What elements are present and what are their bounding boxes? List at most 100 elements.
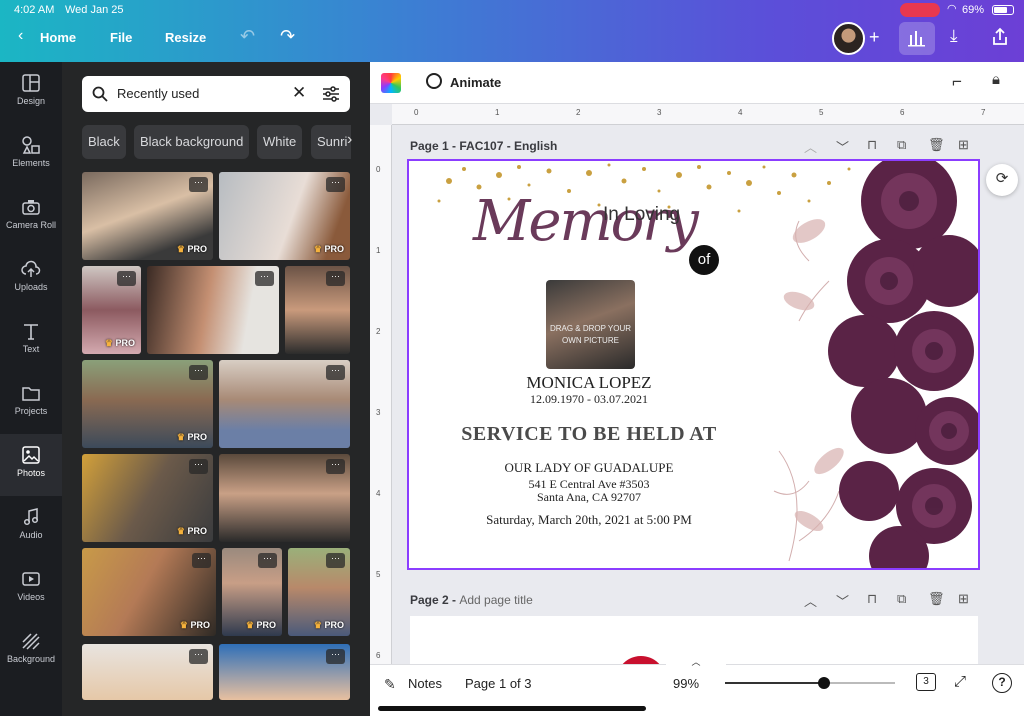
trash-icon[interactable]: 🗑︎ [928,137,945,153]
redo-icon[interactable]: ↷ [280,26,295,47]
rail-label: Elements [12,158,50,168]
photo-thumb[interactable]: ··· [285,266,350,354]
chevron-down-icon[interactable]: ﹀ [836,137,849,156]
photo-thumb[interactable]: ··· [219,644,350,700]
zoom-slider[interactable] [725,677,895,689]
insights-button[interactable] [899,22,935,55]
search-box[interactable]: Recently used ✕ [82,76,350,112]
more-icon[interactable]: ··· [326,271,345,286]
chip-black[interactable]: Black [82,125,126,159]
rail-uploads[interactable]: Uploads [0,248,62,310]
undo-icon[interactable]: ↶ [240,26,255,47]
more-icon[interactable]: ··· [326,365,345,380]
fullscreen-icon[interactable]: ⤢ [954,673,966,690]
photo-thumb[interactable]: ··· ♛ PRO [222,548,282,636]
file-menu[interactable]: File [110,30,132,45]
share-icon[interactable] [990,27,1010,52]
address-line-2[interactable]: Santa Ana, CA 92707 [449,490,729,505]
photo-thumb[interactable]: ··· ♛ PRO [288,548,350,636]
more-icon[interactable]: ··· [326,649,345,664]
photo-thumb[interactable]: ··· [219,360,350,448]
more-icon[interactable]: ··· [192,553,211,568]
download-icon[interactable]: ⤓ [950,26,958,46]
zoom-slider-knob[interactable] [817,677,830,689]
comment-button[interactable]: ⟳ [986,164,1018,196]
plus-icon[interactable]: + [869,27,880,48]
more-icon[interactable]: ··· [189,459,208,474]
photo-thumb[interactable]: ··· ♛ PRO [82,360,213,448]
page-indicator[interactable]: Page 1 of 3 [465,676,532,691]
lock-icon[interactable]: ⊓ [867,591,877,607]
help-button[interactable]: ? [992,673,1012,693]
animate-button[interactable]: Animate [450,75,501,90]
duplicate-icon[interactable]: ⧉ [897,591,906,607]
design-page-1[interactable]: Memory In Loving of DRAG & DROP YOUR OWN… [407,159,980,570]
home-button[interactable]: Home [40,30,76,45]
chevron-up-icon[interactable]: ︿ [804,137,817,156]
paint-roller-icon[interactable]: ⌐ [952,72,962,92]
photo-thumb[interactable]: ··· ♛ PRO [82,266,141,354]
back-chevron-icon[interactable]: ‹ [18,27,23,45]
filter-icon[interactable] [322,86,340,102]
more-icon[interactable]: ··· [326,459,345,474]
chevron-up-icon[interactable]: ︿ [804,591,817,610]
more-icon[interactable]: ··· [258,553,277,568]
in-loving-text[interactable]: In Loving [603,204,680,226]
more-icon[interactable]: ··· [189,365,208,380]
rail-videos[interactable]: Videos [0,558,62,620]
photo-thumb[interactable]: ··· ♛ PRO [82,454,213,542]
service-heading[interactable]: SERVICE TO BE HELD AT [429,423,749,446]
rail-elements[interactable]: Elements [0,124,62,186]
more-icon[interactable]: ··· [189,177,208,192]
lock-icon[interactable]: ⊓ [867,137,877,153]
chips-next-icon[interactable]: › [347,131,352,149]
add-page-icon[interactable]: ⊞ [958,137,969,153]
add-page-icon[interactable]: ⊞ [958,591,969,607]
page-grid-button[interactable]: 3 [916,673,936,691]
dates-text[interactable]: 12.09.1970 - 03.07.2021 [469,392,709,407]
chevron-down-icon[interactable]: ﹀ [836,591,849,610]
name-text[interactable]: MONICA LOPEZ [469,373,709,393]
lock-icon[interactable]: 🔒︎ [992,71,1000,88]
datetime-text[interactable]: Saturday, March 20th, 2021 at 5:00 PM [439,512,739,528]
duplicate-icon[interactable]: ⧉ [897,137,906,153]
rail-photos[interactable]: Photos [0,434,62,496]
page-1-title[interactable]: Page 1 - FAC107 - English [410,139,557,153]
chip-sunrise[interactable]: Sunri [311,125,351,159]
rail-text[interactable]: Text [0,310,62,372]
rail-projects[interactable]: Projects [0,372,62,434]
resize-button[interactable]: Resize [165,30,206,45]
rail-audio[interactable]: Audio [0,496,62,558]
photo-thumb[interactable]: ··· [82,644,213,700]
photo-thumb[interactable]: ··· ♛ PRO [219,172,350,260]
page-2-title[interactable]: Page 2 - Add page title [410,593,533,607]
search-input[interactable]: Recently used [117,86,199,101]
expand-pages-handle[interactable]: ︿ [666,655,726,667]
photo-thumb[interactable]: ··· [219,454,350,542]
photo-thumb[interactable]: ··· [147,266,279,354]
page-2-title-placeholder[interactable]: Add page title [459,593,532,607]
of-badge[interactable]: of [689,245,719,275]
more-icon[interactable]: ··· [255,271,274,286]
venue-text[interactable]: OUR LADY OF GUADALUPE [449,460,729,476]
photo-thumb[interactable]: ··· ♛ PRO [82,548,216,636]
trash-icon[interactable]: 🗑︎ [928,591,945,607]
notes-icon[interactable]: ✎ [384,676,396,693]
color-picker-icon[interactable] [381,73,401,93]
animate-icon[interactable] [426,73,442,89]
more-icon[interactable]: ··· [326,177,345,192]
rail-background[interactable]: Background [0,620,62,682]
photo-placeholder[interactable]: DRAG & DROP YOUR OWN PICTURE [546,280,635,369]
notes-button[interactable]: Notes [408,676,442,691]
zoom-percent[interactable]: 99% [673,676,699,691]
more-icon[interactable]: ··· [189,649,208,664]
chip-black-background[interactable]: Black background [134,125,250,159]
chip-white[interactable]: White [257,125,303,159]
rail-design[interactable]: Design [0,62,62,124]
clear-icon[interactable]: ✕ [292,83,306,103]
avatar[interactable] [832,22,865,55]
photo-thumb[interactable]: ··· ♛ PRO [82,172,213,260]
more-icon[interactable]: ··· [326,553,345,568]
rail-camera-roll[interactable]: Camera Roll [0,186,62,248]
more-icon[interactable]: ··· [117,271,136,286]
